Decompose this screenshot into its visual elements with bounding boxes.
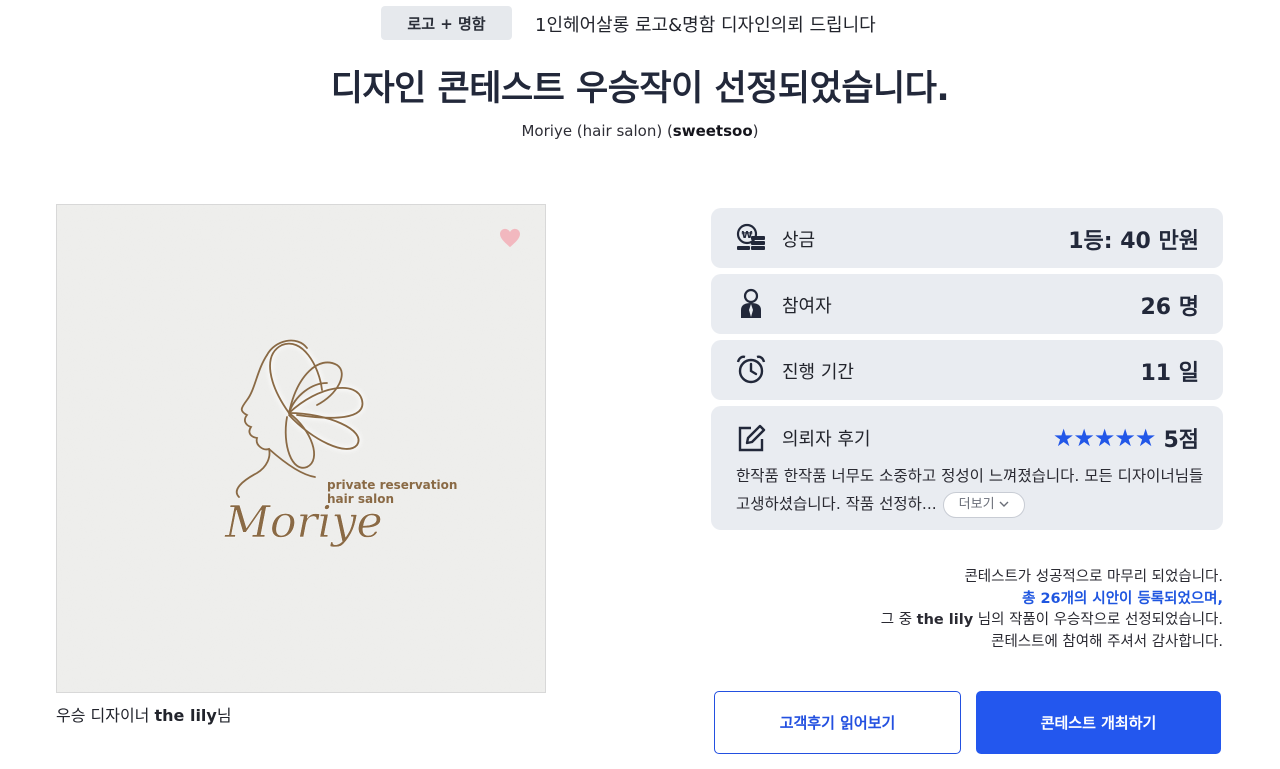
rating-score: 5점 <box>1163 428 1199 453</box>
star-rating-icon: ★★★★★ <box>1052 424 1157 452</box>
participants-value: 26 명 <box>1140 295 1199 320</box>
review-label: 의뢰자 후기 <box>782 429 871 450</box>
review-body: 한작품 한작품 너무도 소중하고 정성이 느껴졌습니다. 모든 디자이너님들 고… <box>736 462 1206 518</box>
client-review-card: 의뢰자 후기 ★★★★★ 5점 한작품 한작품 너무도 소중하고 정성이 느껴졌… <box>711 406 1223 530</box>
logo-image: private reservation hair salon Moriye <box>57 205 545 692</box>
more-button[interactable]: 더보기 <box>942 491 1025 518</box>
svg-text:₩: ₩ <box>741 230 752 241</box>
summary-line-3-prefix: 그 중 <box>880 612 917 628</box>
summary-line-1: 콘테스트가 성공적으로 마무리 되었습니다. <box>964 569 1223 585</box>
summary-winner-name: the lily <box>916 612 974 628</box>
more-label: 더보기 <box>958 496 995 512</box>
client-username: sweetsoo <box>672 122 753 140</box>
period-card: 진행 기간 11 일 <box>711 340 1223 400</box>
contest-subtitle: Moriye (hair salon) (sweetsoo) <box>0 122 1280 140</box>
prize-value: 1등: 40 만원 <box>1068 229 1199 254</box>
subtitle-suffix: ) <box>752 122 759 140</box>
subtitle-prefix: Moriye (hair salon) ( <box>521 122 673 140</box>
logo-line-1: private reservation <box>327 478 457 492</box>
participants-card: 참여자 26 명 <box>711 274 1223 334</box>
period-value: 11 일 <box>1140 361 1199 386</box>
heart-icon[interactable] <box>499 228 521 248</box>
logo-brand-script: Moriye <box>224 497 383 548</box>
winner-caption: 우승 디자이너 the lily님 <box>56 702 232 726</box>
read-reviews-button[interactable]: 고객후기 읽어보기 <box>714 691 961 754</box>
host-contest-button[interactable]: 콘테스트 개최하기 <box>976 691 1221 754</box>
winning-artwork[interactable]: private reservation hair salon Moriye <box>56 204 546 693</box>
page-title: 디자인 콘테스트 우승작이 선정되었습니다. <box>330 69 950 109</box>
top-row: 로고 + 명함 1인헤어살롱 로고&명함 디자인의뢰 드립니다 <box>0 6 1280 40</box>
summary-line-3-suffix: 님의 작품이 우승작으로 선정되었습니다. <box>973 612 1223 628</box>
participants-label: 참여자 <box>782 296 832 317</box>
prize-card: ₩ 상금 1등: 40 만원 <box>711 208 1223 268</box>
summary-line-4: 콘테스트에 참여해 주셔서 감사합니다. <box>991 633 1223 650</box>
person-icon <box>741 288 761 318</box>
alarm-clock-icon <box>736 355 766 384</box>
money-icon: ₩ <box>736 223 765 250</box>
request-title: 1인헤어살롱 로고&명함 디자인의뢰 드립니다 <box>535 15 876 36</box>
contest-summary: 콘테스트가 성공적으로 마무리 되었습니다. 총 26개의 시안이 등록되었으며… <box>881 567 1223 653</box>
chevron-down-icon <box>999 501 1009 507</box>
summary-line-3: 그 중 the lily 님의 작품이 우승작으로 선정되었습니다. <box>881 610 1223 632</box>
winner-prefix: 우승 디자이너 <box>56 706 155 725</box>
winner-suffix: 님 <box>216 706 232 725</box>
review-rating: ★★★★★ 5점 <box>1053 422 1199 454</box>
winner-name[interactable]: the lily <box>155 706 217 725</box>
period-label: 진행 기간 <box>782 362 854 383</box>
summary-line-2: 총 26개의 시안이 등록되었으며, <box>1022 590 1223 607</box>
category-badge: 로고 + 명함 <box>381 6 512 40</box>
edit-icon <box>738 424 766 452</box>
prize-label: 상금 <box>782 230 816 251</box>
